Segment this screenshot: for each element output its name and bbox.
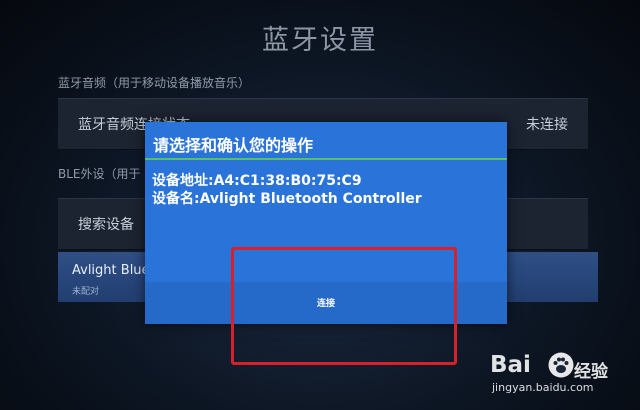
dialog-divider [145,158,507,160]
ble-section-label: BLE外设（用于 [58,167,141,181]
audio-section-label: 蓝牙音频（用于移动设备播放音乐） [58,76,251,90]
paw-icon [548,352,574,378]
search-devices-label: 搜索设备 [78,217,134,233]
device-list-item-status: 未配对 [72,287,100,297]
device-address-text: 设备地址:A4:C1:38:B0:75:C9 [152,173,362,189]
watermark-url: jingyan.baidu.com [492,381,594,394]
watermark-brand: Bai [490,352,531,378]
baidu-jingyan-watermark: Bai 经验 jingyan.baidu.com [490,350,610,405]
highlight-box [231,247,457,365]
watermark-brand-cn: 经验 [574,362,608,382]
device-name-text: 设备名:Avlight Bluetooth Controller [152,191,422,207]
dialog-title: 请选择和确认您的操作 [153,136,314,155]
screen-title: 蓝牙设置 [262,25,378,56]
bluetooth-audio-status: 未连接 [526,117,568,133]
device-list-item-name: Avlight Blue [72,263,150,278]
